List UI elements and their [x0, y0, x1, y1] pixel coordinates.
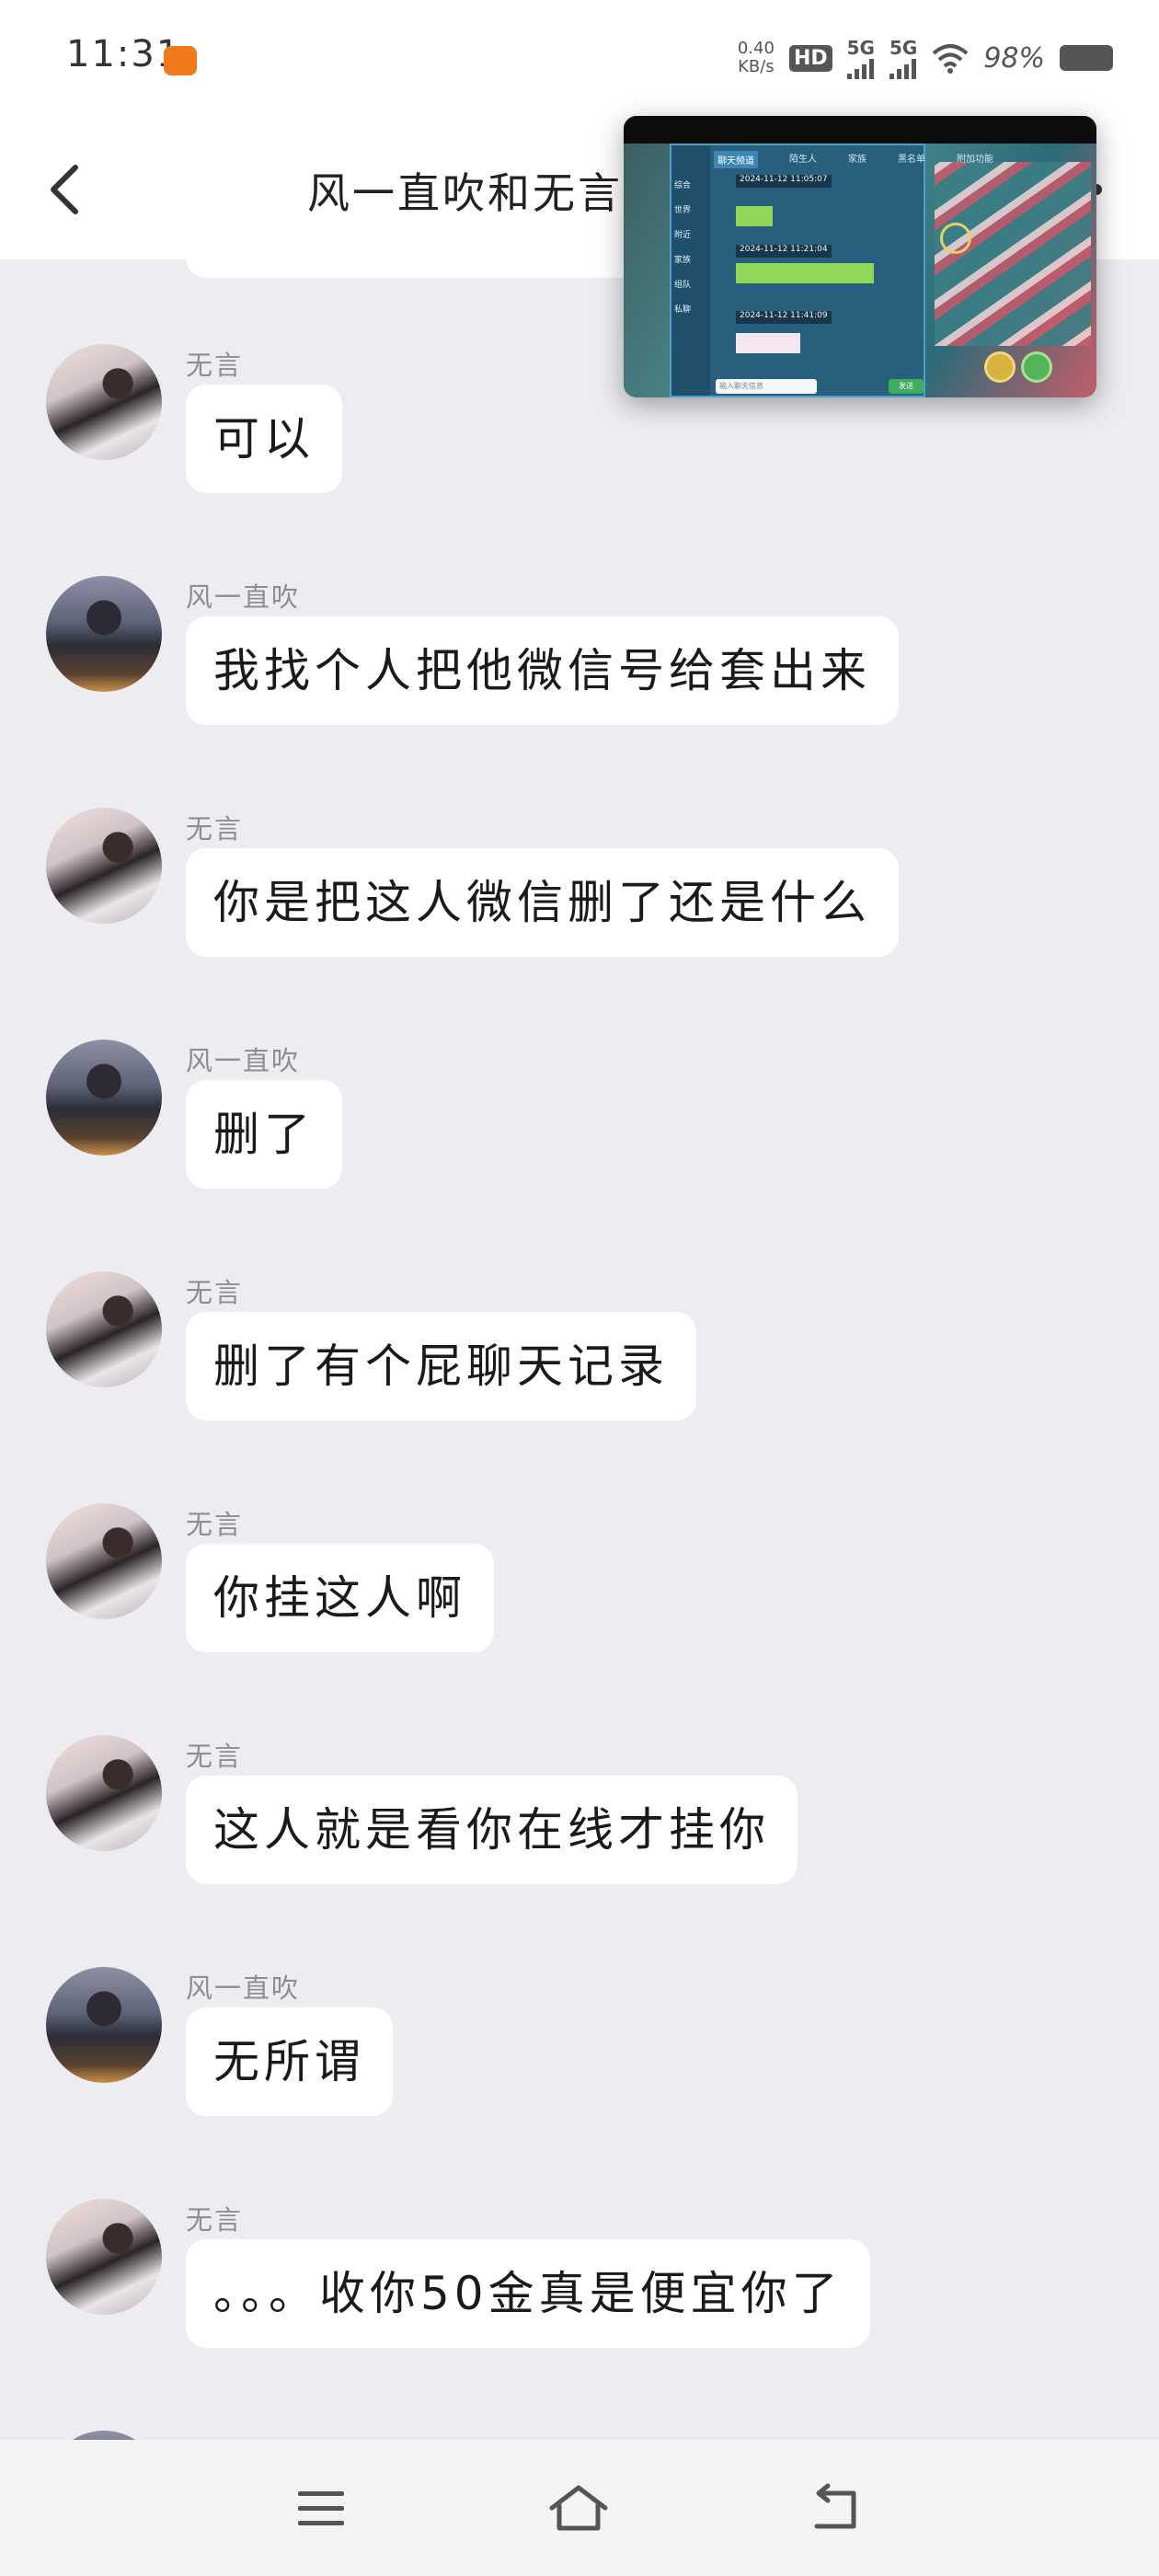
sender-name: 无言 [186, 350, 244, 381]
game-chat-bubble [736, 333, 800, 353]
sender-name: 无言 [186, 1277, 244, 1308]
home-icon[interactable] [548, 2480, 609, 2536]
chat-bubble[interactable]: 你挂这人啊 [186, 1544, 494, 1652]
app-notification-icon [164, 46, 197, 75]
hd-icon: HD [788, 44, 832, 72]
chat-list[interactable]: 无言 可以 风一直吹 我找个人把他微信号给套出来 无言 你是把这人微信删了还是什… [0, 259, 1159, 2440]
chat-bubble[interactable]: 我找个人把他微信号给套出来 [186, 616, 899, 725]
tab-family[interactable]: 家族 [848, 151, 866, 168]
avatar[interactable] [46, 1271, 162, 1387]
avatar[interactable] [46, 2199, 162, 2315]
game-chat-line: 2024-11-12 11:21:04 [736, 245, 832, 258]
game-bridge-image [935, 162, 1091, 346]
game-chat-bubble [736, 263, 874, 283]
sender-name: 无言 [186, 2204, 244, 2236]
sender-name: 无言 [186, 1741, 244, 1772]
game-action-icon[interactable] [984, 351, 1016, 383]
game-send-button[interactable]: 发送 [889, 379, 924, 394]
network-speed: 0.40 KB/s [738, 40, 775, 76]
chat-bubble[interactable]: 无所谓 [186, 2007, 393, 2116]
avatar[interactable] [46, 2431, 162, 2440]
sender-name: 无言 [186, 1509, 244, 1540]
system-nav-bar [0, 2440, 1159, 2576]
side-menu-item[interactable]: 附近 [674, 228, 691, 240]
status-bar: 11:31 0.40 KB/s HD 5G 5G 98% [0, 0, 1159, 120]
tab-extra[interactable]: 附加功能 [957, 151, 993, 168]
avatar[interactable] [46, 1735, 162, 1851]
tab-blacklist[interactable]: 黑名单 [898, 151, 925, 168]
signal-1-label: 5G [846, 37, 875, 59]
tab-stranger[interactable]: 陌生人 [789, 151, 817, 168]
signal-2-icon: 5G [889, 37, 917, 79]
game-chat-bubble [736, 206, 773, 226]
sender-name: 无言 [186, 813, 244, 845]
game-chat-panel: 综合 世界 附近 家族 组队 私聊 聊天频道 陌生人 家族 黑名单 附加功能 2… [670, 144, 993, 397]
game-ring-icon [940, 223, 971, 254]
avatar[interactable] [46, 1503, 162, 1619]
chat-bubble[interactable]: 。。。收你50金真是便宜你了 [186, 2239, 870, 2348]
side-menu-item[interactable]: 世界 [674, 203, 691, 215]
avatar[interactable] [46, 344, 162, 460]
signal-1-icon: 5G [846, 37, 875, 79]
game-chat-sidebar: 综合 世界 附近 家族 组队 私聊 [671, 145, 710, 396]
avatar[interactable] [46, 576, 162, 692]
avatar[interactable] [46, 1040, 162, 1156]
menu-icon[interactable] [291, 2480, 351, 2536]
chevron-left-icon[interactable] [40, 162, 96, 217]
floating-game-window[interactable]: 综合 世界 附近 家族 组队 私聊 聊天频道 陌生人 家族 黑名单 附加功能 2… [624, 116, 1096, 397]
status-indicators: 0.40 KB/s HD 5G 5G 98% [738, 37, 1113, 79]
avatar[interactable] [46, 1967, 162, 2083]
chat-bubble[interactable]: 可以 [186, 385, 342, 493]
wifi-icon [932, 44, 969, 74]
return-icon[interactable] [808, 2480, 868, 2536]
floating-window-titlebar[interactable] [624, 116, 1096, 144]
battery-percent: 98% [983, 41, 1045, 75]
network-speed-unit: KB/s [738, 57, 775, 76]
chat-bubble[interactable]: 这人就是看你在线才挂你 [186, 1776, 798, 1884]
game-action-icon-2[interactable] [1021, 351, 1052, 383]
game-chat-line: 2024-11-12 11:41:09 [736, 311, 832, 324]
sender-name: 风一直吹 [186, 1972, 301, 2004]
chat-bubble[interactable]: 删了有个屁聊天记录 [186, 1312, 696, 1420]
side-menu-item[interactable]: 综合 [674, 178, 691, 190]
game-chat-line: 2024-11-12 11:05:07 [736, 175, 832, 188]
network-speed-value: 0.40 [737, 39, 775, 58]
signal-2-label: 5G [889, 37, 918, 59]
sender-name: 风一直吹 [186, 581, 301, 613]
chat-bubble[interactable]: 删了 [186, 1080, 342, 1189]
side-menu-item[interactable]: 组队 [674, 278, 691, 290]
side-menu-item[interactable]: 私聊 [674, 303, 691, 315]
page-title: 风一直吹和无言 [307, 168, 623, 218]
chat-bubble[interactable]: 你是把这人微信删了还是什么 [186, 848, 899, 957]
battery-icon [1060, 45, 1113, 71]
game-chat-input[interactable]: 输入聊天信息 [716, 379, 817, 394]
side-menu-item[interactable]: 家族 [674, 253, 691, 265]
tab-chat[interactable]: 聊天频道 [714, 151, 758, 168]
avatar[interactable] [46, 808, 162, 924]
sender-name: 风一直吹 [186, 1045, 301, 1076]
